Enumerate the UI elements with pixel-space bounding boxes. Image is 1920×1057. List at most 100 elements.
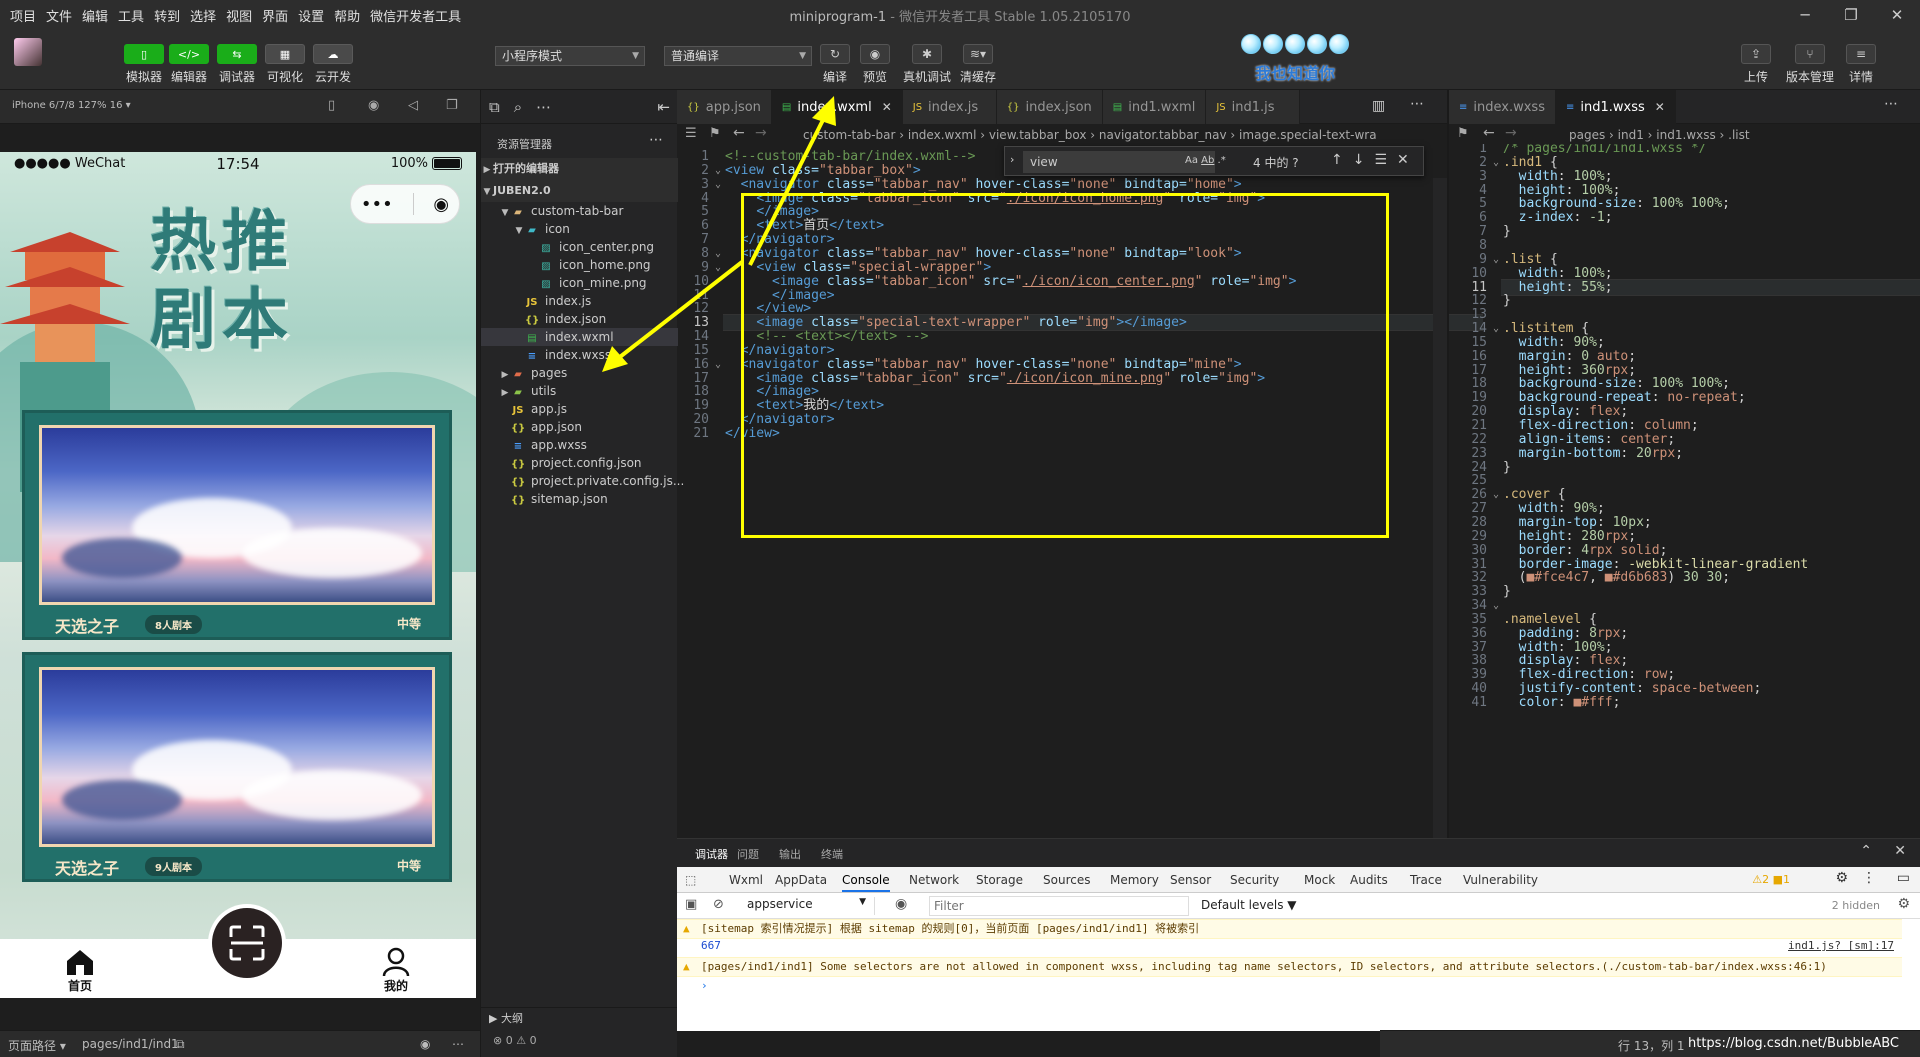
more-icon[interactable]: ⋯ (1410, 96, 1424, 112)
more-vertical-icon[interactable]: ⋮ (1862, 870, 1876, 886)
issue-counts[interactable]: ⚠2 ■1 (1752, 873, 1790, 886)
tree-item[interactable]: {} project.config.json (481, 454, 678, 472)
scan-button[interactable] (208, 904, 286, 982)
close-icon[interactable]: ✕ (1397, 152, 1409, 168)
details-button[interactable]: ≡ 详情 (1846, 44, 1876, 85)
panel-tab[interactable]: 终端 (821, 846, 843, 862)
close-icon[interactable]: ✕ (882, 100, 892, 114)
fold-chevron-icon[interactable]: ⌄ (1489, 320, 1503, 337)
close-icon[interactable]: ✕ (1894, 843, 1906, 859)
devtools-tab-vulnerability[interactable]: Vulnerability (1463, 873, 1538, 887)
script-card[interactable]: 天选之子 8人剧本 中等 (22, 410, 452, 640)
arrow-down-icon[interactable]: ↓ (1353, 152, 1365, 168)
devtools-tab-trace[interactable]: Trace (1410, 873, 1442, 887)
devtools-tab-memory[interactable]: Memory (1110, 873, 1159, 887)
version-button[interactable]: ⑂ 版本管理 (1786, 44, 1834, 85)
levels-select[interactable]: Default levels ▼ (1201, 898, 1297, 912)
devtools-tab-appdata[interactable]: AppData (775, 873, 827, 887)
maximize-icon[interactable]: ❐ (1828, 0, 1874, 30)
bookmark-icon[interactable]: ⚑ (1457, 126, 1469, 141)
menu-item[interactable]: 编辑 (82, 6, 108, 25)
target-icon[interactable]: ◉ (433, 194, 449, 215)
selection-icon[interactable]: ☰ (1374, 152, 1387, 168)
mini-capsule[interactable]: ••• ◉ (350, 184, 460, 224)
close-icon[interactable]: ✕ (1874, 0, 1920, 30)
files-icon[interactable]: ⧉ (489, 98, 500, 116)
more-icon[interactable]: ⋯ (536, 98, 551, 116)
fold-chevron-icon[interactable]: ⌄ (1489, 486, 1503, 503)
tree-item[interactable]: {} app.json (481, 418, 678, 436)
upload-button[interactable]: ⇪ 上传 (1741, 44, 1771, 85)
chevron-up-icon[interactable]: ⌃ (1860, 843, 1872, 859)
fold-chevron-icon[interactable]: ⌄ (1489, 154, 1503, 171)
tree-item[interactable]: {} project.private.config.js... (481, 472, 684, 490)
gear-icon[interactable]: ⚙ (1835, 870, 1848, 886)
tab-ind1-wxml[interactable]: ▤ ind1.wxml (1102, 90, 1207, 124)
preview-button[interactable]: ◉ 预览 (860, 44, 890, 85)
splitter[interactable] (1447, 90, 1449, 838)
more-icon[interactable]: ••• (361, 194, 393, 215)
phone-icon[interactable]: ▯ (328, 98, 335, 113)
tree-item[interactable]: ≡ app.wxss (481, 436, 678, 454)
eye-icon[interactable]: ◉ (420, 1037, 430, 1051)
mode-select[interactable]: 小程序模式 ▼ (495, 46, 645, 66)
arrow-up-icon[interactable]: ↑ (1331, 152, 1343, 168)
find-options[interactable]: Aa Ab .* (1185, 155, 1226, 166)
split-editor-icon[interactable]: ▥ (1372, 98, 1385, 114)
simulator-button[interactable]: ▯ 模拟器 (124, 44, 164, 85)
real-debug-button[interactable]: ✱ 真机调试 (903, 44, 951, 85)
tab-index-js[interactable]: JS index.js (902, 90, 997, 124)
copy-icon[interactable]: ⧉ (176, 1037, 185, 1052)
tab-ind1-js[interactable]: JS ind1.js (1206, 90, 1301, 124)
eye-icon[interactable]: ◉ (895, 896, 907, 912)
more-icon[interactable]: ⋯ (1884, 96, 1898, 112)
devtools-tab-console[interactable]: Console (842, 873, 890, 892)
visual-button[interactable]: ▦ 可视化 (265, 44, 305, 85)
devtools-tab-sources[interactable]: Sources (1043, 873, 1090, 887)
chevron-right-icon[interactable]: › (1010, 153, 1014, 166)
menu-item[interactable]: 界面 (262, 6, 288, 25)
record-icon[interactable]: ◉ (368, 98, 379, 113)
close-icon[interactable]: ✕ (1655, 100, 1665, 114)
code-editor-wxss[interactable]: 1/* pages/ind1/ind1.wxss */2 ⌄ .ind1 {3 wi… (1449, 144, 1920, 838)
minimize-icon[interactable]: ─ (1782, 0, 1828, 30)
debugger-button[interactable]: ⇆ 调试器 (217, 44, 257, 85)
menu-item[interactable]: 微信开发者工具 (370, 6, 461, 25)
context-select[interactable]: appservice ▼ (747, 897, 875, 915)
outline-section[interactable]: ▶ 大纲 (481, 1007, 678, 1029)
menu-item[interactable]: 工具 (118, 6, 144, 25)
search-icon[interactable]: ⌕ (514, 98, 522, 116)
menu-item[interactable]: 项目 (10, 6, 36, 25)
avatar[interactable] (14, 38, 42, 66)
devtools-tab-network[interactable]: Network (909, 873, 959, 887)
tab-index-wxss[interactable]: ≡ index.wxss (1449, 90, 1556, 124)
filter-input[interactable] (929, 896, 1189, 916)
devtools-tab-storage[interactable]: Storage (976, 873, 1023, 887)
tree-item[interactable]: JS app.js (481, 400, 678, 418)
device-select[interactable]: iPhone 6/7/8 127% 16 ▾ (12, 100, 131, 111)
tree-item[interactable]: {} sitemap.json (481, 490, 678, 508)
editor-button[interactable]: </> 编辑器 (169, 44, 209, 85)
script-card[interactable]: 天选之子 9人剧本 中等 (22, 652, 452, 882)
menu-item[interactable]: 视图 (226, 6, 252, 25)
scrollbar[interactable] (1433, 178, 1447, 838)
console-source-link[interactable]: ind1.js? [sm]:17 (1788, 937, 1894, 955)
tab-index-json[interactable]: {} index.json (996, 90, 1103, 124)
tab-mine[interactable]: 我的 (356, 947, 436, 994)
devtools-tab-sensor[interactable]: Sensor (1170, 873, 1211, 887)
devtools-tab-wxml[interactable]: Wxml (729, 873, 763, 887)
menu-item[interactable]: 帮助 (334, 6, 360, 25)
back-icon[interactable]: ← (1483, 125, 1495, 141)
inspect-icon[interactable]: ⬚ (685, 873, 696, 887)
fold-chevron-icon[interactable]: ⌄ (1489, 597, 1503, 614)
forward-icon[interactable]: → (1505, 125, 1517, 141)
tab-ind1-wxss[interactable]: ≡ ind1.wxss ✕ (1555, 90, 1676, 124)
devtools-tab-audits[interactable]: Audits (1350, 873, 1388, 887)
menu-item[interactable]: 选择 (190, 6, 216, 25)
compile-button[interactable]: ↻ 编译 (820, 44, 850, 85)
clear-cache-button[interactable]: ≋▾ 清缓存 (960, 44, 996, 85)
page-path-label[interactable]: 页面路径 ▾ (8, 1037, 66, 1054)
more-icon[interactable]: ⋯ (452, 1037, 464, 1051)
compile-select[interactable]: 普通编译 ▼ (664, 46, 812, 66)
menu-item[interactable]: 转到 (154, 6, 180, 25)
